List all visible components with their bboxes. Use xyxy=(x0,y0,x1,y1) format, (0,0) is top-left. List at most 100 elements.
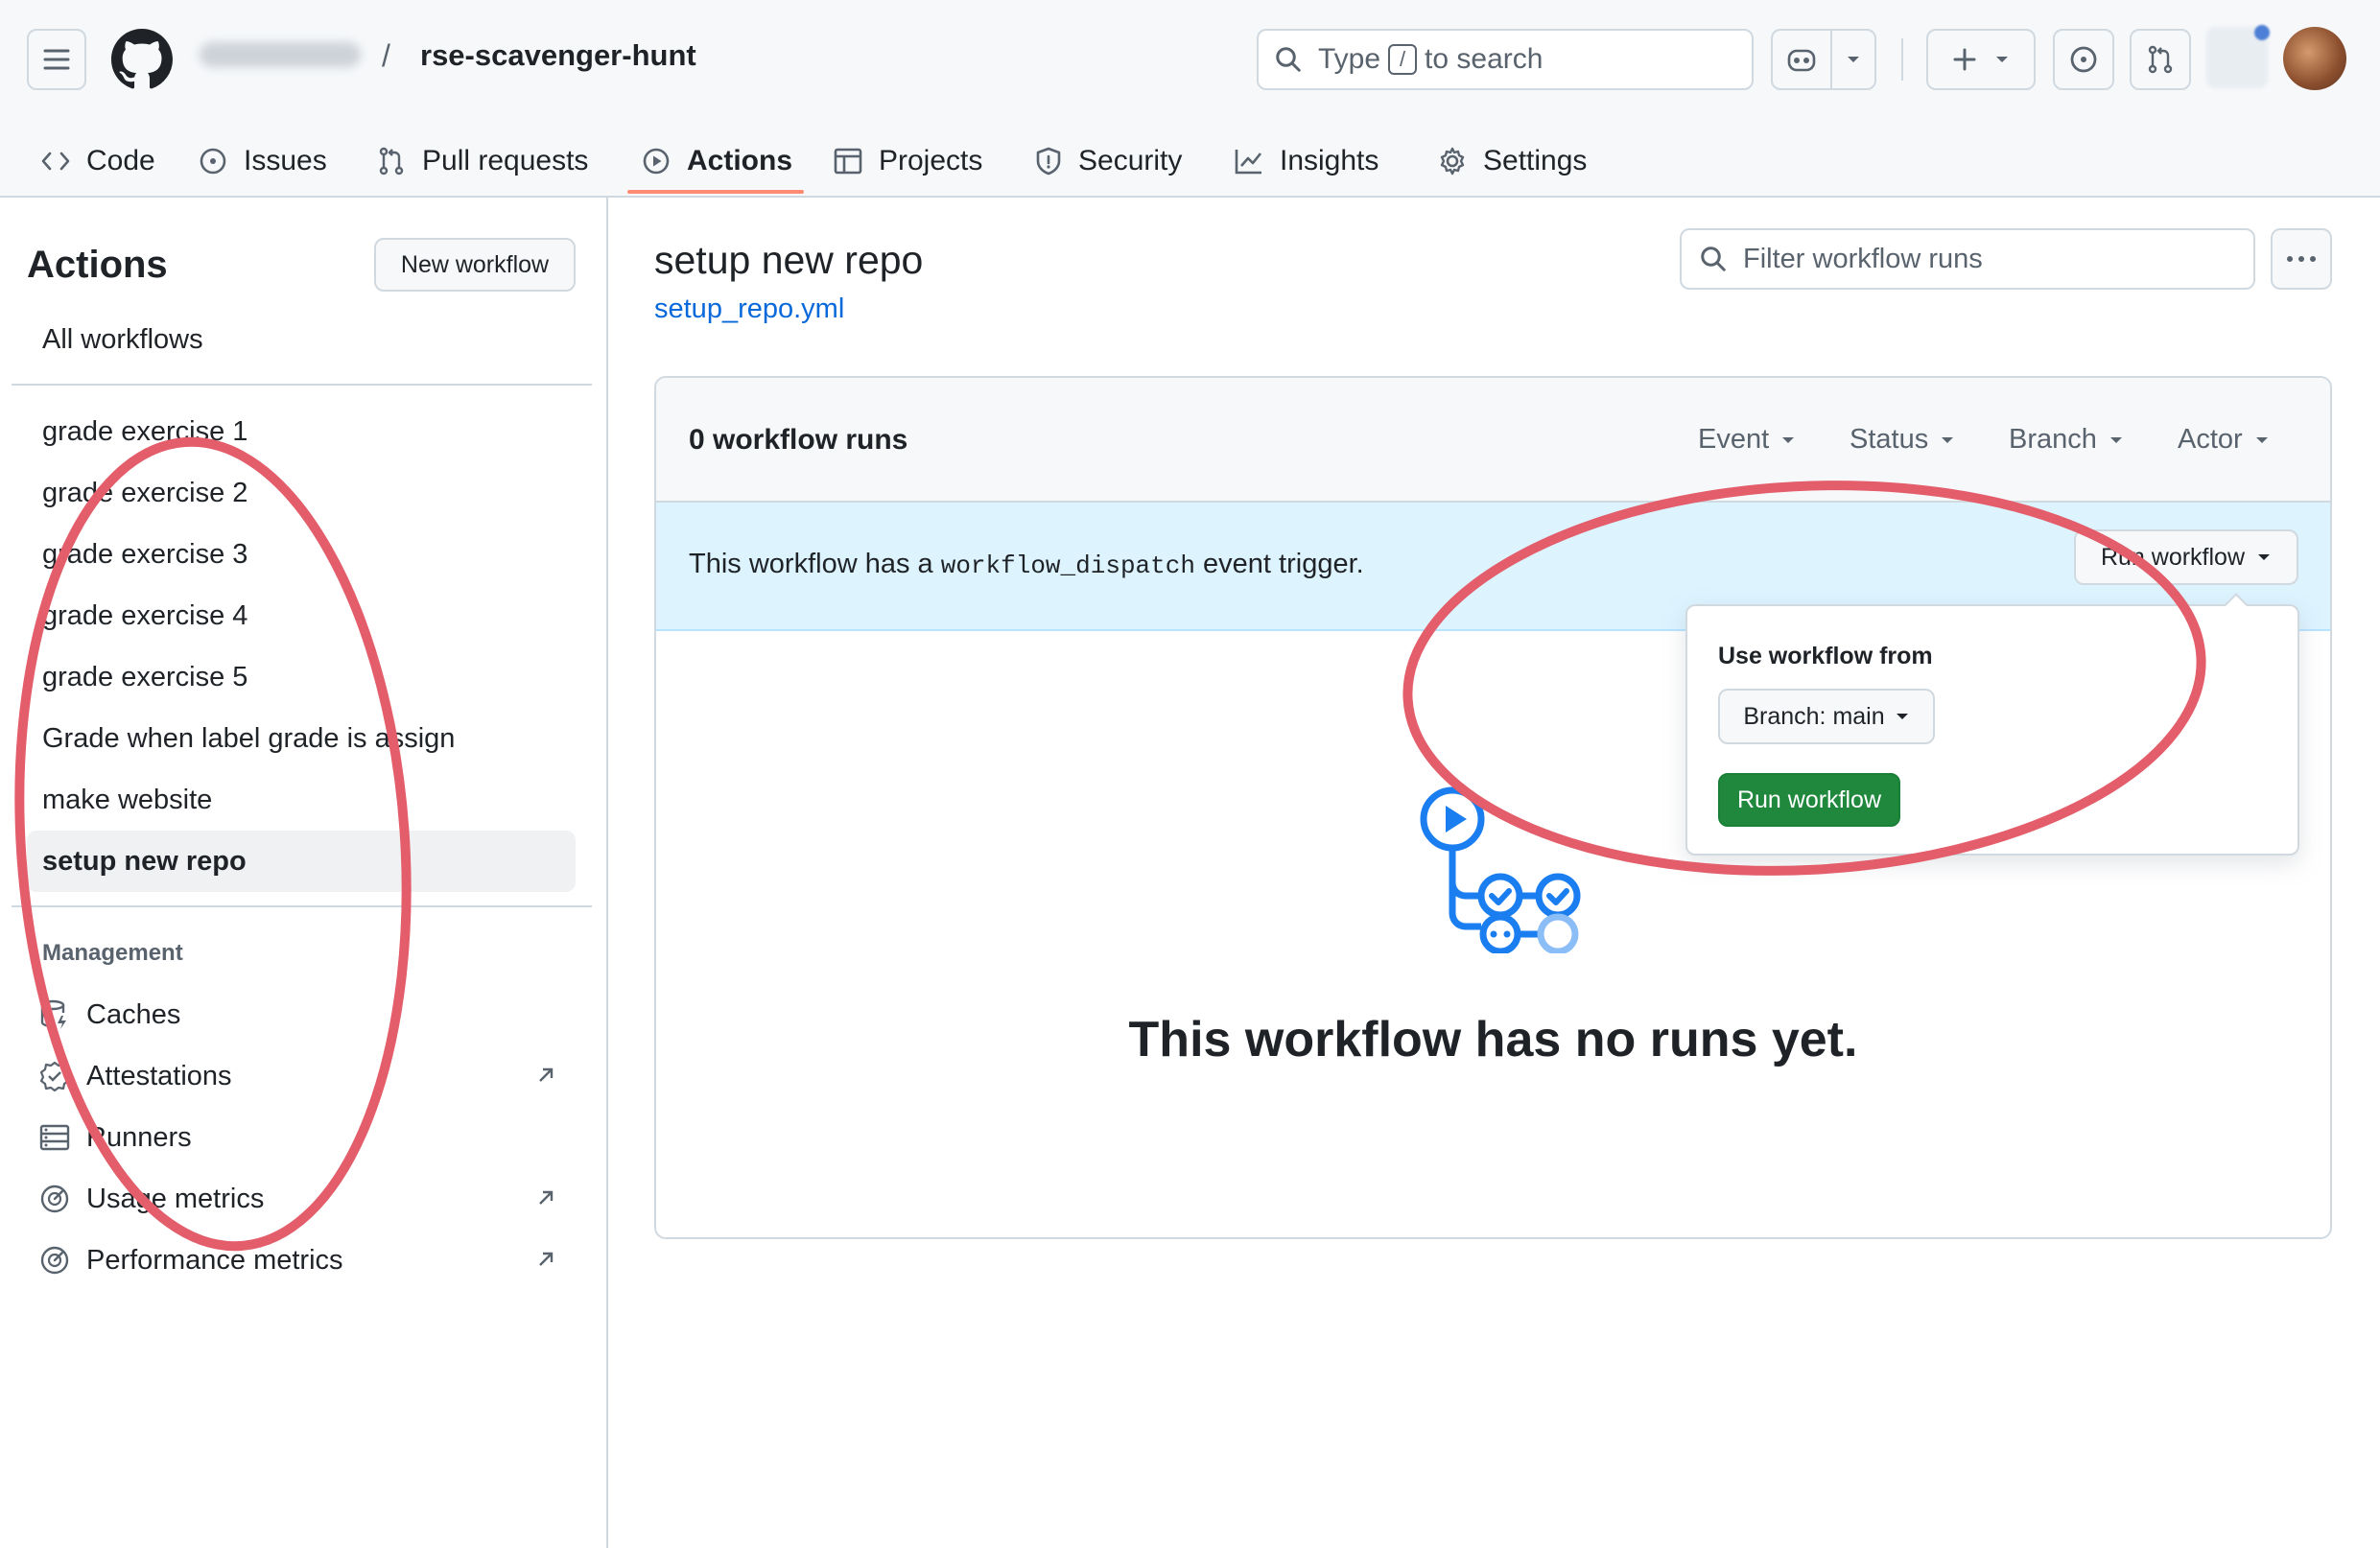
performance-metrics-label: Performance metrics xyxy=(86,1244,343,1276)
sidebar-divider xyxy=(12,905,592,907)
tab-insights[interactable]: Insights xyxy=(1234,125,1379,198)
sidebar-item-runners[interactable]: Runners xyxy=(27,1107,576,1168)
server-icon xyxy=(39,1124,70,1151)
search-icon xyxy=(1701,246,1726,271)
tab-security[interactable]: Security xyxy=(1034,125,1182,198)
copilot-menu-button[interactable] xyxy=(1830,29,1876,90)
sidebar-title: Actions xyxy=(27,244,168,286)
workflow-file-link[interactable]: setup_repo.yml xyxy=(654,293,844,325)
tab-code-label: Code xyxy=(86,145,155,176)
tab-insights-label: Insights xyxy=(1280,145,1379,176)
chevron-down-icon xyxy=(1996,57,2008,62)
runs-count: 0 workflow runs xyxy=(689,424,908,456)
dispatch-event-code: workflow_dispatch xyxy=(940,551,1195,580)
plus-icon xyxy=(1953,48,1976,71)
menu-button[interactable] xyxy=(27,29,86,90)
event-filter-label: Event xyxy=(1698,424,1770,455)
pull-request-icon xyxy=(2148,45,2173,74)
search-prefix: Type xyxy=(1318,43,1381,75)
dispatch-message: This workflow has a workflow_dispatch ev… xyxy=(689,549,1364,580)
github-logo-icon[interactable] xyxy=(111,29,173,90)
tab-issues[interactable]: Issues xyxy=(198,125,327,198)
create-new-button[interactable] xyxy=(1926,29,2036,90)
caches-label: Caches xyxy=(86,998,181,1030)
meter-icon xyxy=(40,1246,69,1275)
sidebar-item-workflow[interactable]: grade exercise 3 xyxy=(27,524,576,585)
table-icon xyxy=(834,148,862,175)
tab-code[interactable]: Code xyxy=(40,125,155,198)
new-workflow-button[interactable]: New workflow xyxy=(374,238,576,292)
active-tab-indicator xyxy=(627,190,804,194)
external-link-icon xyxy=(539,1252,554,1266)
attestations-label: Attestations xyxy=(86,1060,232,1091)
empty-state-title: This workflow has no runs yet. xyxy=(1128,1012,1858,1067)
header-divider xyxy=(1901,38,1903,81)
sidebar-item-attestations[interactable]: Attestations xyxy=(27,1045,576,1107)
actions-sidebar: Actions New workflow All workflows grade… xyxy=(0,198,608,1548)
sidebar-item-workflow[interactable]: grade exercise 4 xyxy=(27,585,576,646)
owner-name-blurred[interactable] xyxy=(200,42,361,67)
sidebar-item-workflow[interactable]: grade exercise 5 xyxy=(27,646,576,708)
workflow-title: setup new repo xyxy=(654,238,924,282)
search-shortcut-key: / xyxy=(1388,44,1418,75)
sidebar-item-workflow[interactable]: Grade when label grade is assign xyxy=(27,708,576,769)
external-link-icon xyxy=(539,1067,554,1082)
sidebar-item-all-workflows[interactable]: All workflows xyxy=(27,309,576,370)
search-icon xyxy=(1276,47,1301,72)
run-workflow-label: Run workflow xyxy=(2100,543,2246,571)
pull-requests-button[interactable] xyxy=(2130,29,2191,90)
notification-indicator xyxy=(2254,25,2270,40)
chevron-down-icon xyxy=(2258,554,2271,560)
copilot-icon xyxy=(1787,49,1816,72)
branch-select-button[interactable]: Branch: main xyxy=(1718,689,1935,744)
sidebar-item-workflow-selected[interactable]: setup new repo xyxy=(27,831,576,892)
use-workflow-from-heading: Use workflow from xyxy=(1718,643,1933,669)
workflow-empty-state-icon xyxy=(1420,786,1581,953)
actor-filter-dropdown[interactable]: Actor xyxy=(2178,424,2270,456)
avatar[interactable] xyxy=(2283,27,2346,90)
sidebar-item-workflow[interactable]: grade exercise 2 xyxy=(27,462,576,524)
filter-workflow-runs-input[interactable]: Filter workflow runs xyxy=(1680,228,2255,290)
sidebar-item-performance-metrics[interactable]: Performance metrics xyxy=(27,1230,576,1291)
branch-filter-dropdown[interactable]: Branch xyxy=(2009,424,2124,456)
sidebar-divider xyxy=(12,384,592,386)
search-suffix: to search xyxy=(1425,43,1543,75)
tab-settings[interactable]: Settings xyxy=(1437,125,1587,198)
meter-icon xyxy=(40,1184,69,1213)
sidebar-item-workflow[interactable]: make website xyxy=(27,769,576,831)
run-workflow-dropdown-button[interactable]: Run workflow xyxy=(2074,529,2298,585)
event-filter-dropdown[interactable]: Event xyxy=(1698,424,1796,456)
copilot-button[interactable] xyxy=(1771,29,1832,90)
search-input[interactable]: Type / to search xyxy=(1257,29,1754,90)
tab-actions[interactable]: Actions xyxy=(641,125,792,198)
tab-projects-label: Projects xyxy=(879,145,983,176)
graph-icon xyxy=(1235,150,1262,175)
issue-icon xyxy=(200,148,226,175)
chevron-down-icon xyxy=(2109,436,2122,443)
chevron-down-icon xyxy=(1942,436,1954,443)
chevron-down-icon xyxy=(1896,714,1908,719)
more-options-button[interactable] xyxy=(2271,228,2332,290)
tab-projects[interactable]: Projects xyxy=(833,125,982,198)
code-icon xyxy=(41,152,70,171)
status-filter-label: Status xyxy=(1850,424,1929,455)
usage-metrics-label: Usage metrics xyxy=(86,1183,265,1214)
chevron-down-icon xyxy=(1848,57,1859,62)
breadcrumb-separator: / xyxy=(382,38,390,73)
sidebar-item-caches[interactable]: Caches xyxy=(27,984,576,1045)
app-header: / rse-scavenger-hunt Type / to search Co… xyxy=(0,0,2380,198)
actor-filter-label: Actor xyxy=(2178,424,2243,455)
chevron-down-icon xyxy=(1782,436,1795,443)
tab-settings-label: Settings xyxy=(1483,145,1588,176)
repo-name-link[interactable]: rse-scavenger-hunt xyxy=(420,38,696,73)
database-icon xyxy=(40,999,66,1029)
dispatch-prefix: This workflow has a xyxy=(689,549,933,579)
issues-button[interactable] xyxy=(2053,29,2114,90)
shield-icon xyxy=(1036,147,1061,176)
sidebar-item-usage-metrics[interactable]: Usage metrics xyxy=(27,1168,576,1230)
status-filter-dropdown[interactable]: Status xyxy=(1850,424,1955,456)
sidebar-item-workflow[interactable]: grade exercise 1 xyxy=(27,401,576,462)
play-icon xyxy=(643,148,670,175)
tab-pull-requests[interactable]: Pull requests xyxy=(376,125,588,198)
run-workflow-submit-button[interactable]: Run workflow xyxy=(1718,773,1900,827)
